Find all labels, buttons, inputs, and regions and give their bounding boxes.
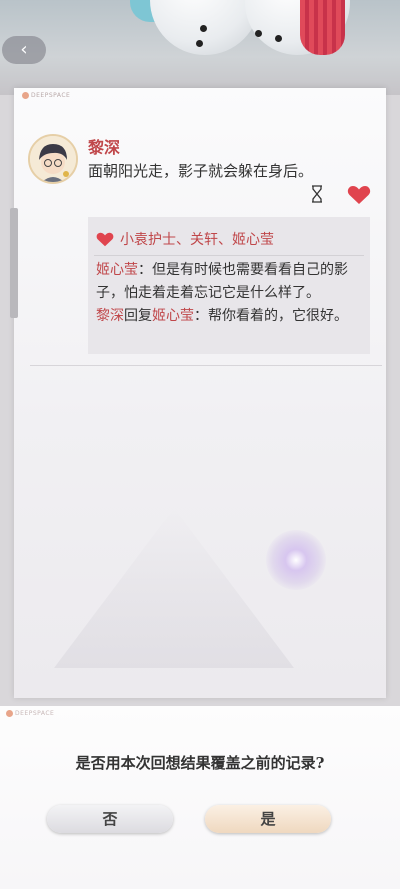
comment-box: 小袁护士、关轩、姬心莹 姬心莹：但是有时候也需要看看自己的影子，怕走着走着忘记它… (88, 217, 370, 354)
post-text: 面朝阳光走，影子就会躲在身后。 (88, 162, 314, 180)
comment-from: 姬心莹 (96, 262, 138, 278)
likes-divider (94, 255, 364, 256)
hourglass-icon[interactable] (310, 185, 324, 203)
side-tab (10, 208, 18, 318)
snowman-left (150, 0, 260, 55)
no-button[interactable]: 否 (47, 805, 173, 833)
sparkle-glow (266, 530, 326, 590)
snowman-scarf (300, 0, 345, 55)
comment-text: 帮你看着的，它很好。 (208, 308, 348, 324)
likes-names: 小袁护士、关轩、姬心莹 (120, 232, 274, 248)
comment-separator: ： (194, 308, 208, 324)
likes-row: 小袁护士、关轩、姬心莹 (96, 229, 274, 249)
background-scene (0, 0, 400, 95)
dialog-question: 是否用本次回想结果覆盖之前的记录? (75, 754, 325, 772)
post-author: 黎深 (88, 138, 121, 157)
comment-to: 姬心莹 (152, 308, 194, 324)
dialog-logo: DEEPSPACE (6, 710, 54, 717)
overwrite-dialog: DEEPSPACE 是否用本次回想结果覆盖之前的记录? 否 是 (0, 706, 400, 889)
avatar-portrait-icon (30, 136, 76, 182)
card-logo: DEEPSPACE (22, 92, 70, 99)
comment-reply-word: 回复 (124, 308, 152, 324)
card-divider (30, 365, 382, 366)
comment-list: 姬心莹：但是有时候也需要看看自己的影子，怕走着走着忘记它是什么样了。 黎深回复姬… (96, 259, 366, 328)
moment-card: DEEPSPACE 黎深 面朝阳光走，影子就会躲在身后。 小袁护士、关轩、姬心莹… (10, 88, 386, 698)
heart-icon[interactable] (347, 185, 371, 205)
yes-button[interactable]: 是 (205, 805, 331, 833)
liked-heart-icon (96, 232, 114, 247)
comment-item[interactable]: 姬心莹：但是有时候也需要看看自己的影子，怕走着走着忘记它是什么样了。 (96, 259, 366, 305)
avatar[interactable] (28, 134, 78, 184)
comment-separator: ： (138, 262, 152, 278)
back-arrow-icon: ‹ (20, 39, 28, 60)
decorative-shape (54, 508, 294, 668)
back-button[interactable]: ‹ (2, 36, 46, 64)
comment-item[interactable]: 黎深回复姬心莹：帮你看着的，它很好。 (96, 305, 366, 328)
comment-from: 黎深 (96, 308, 124, 324)
